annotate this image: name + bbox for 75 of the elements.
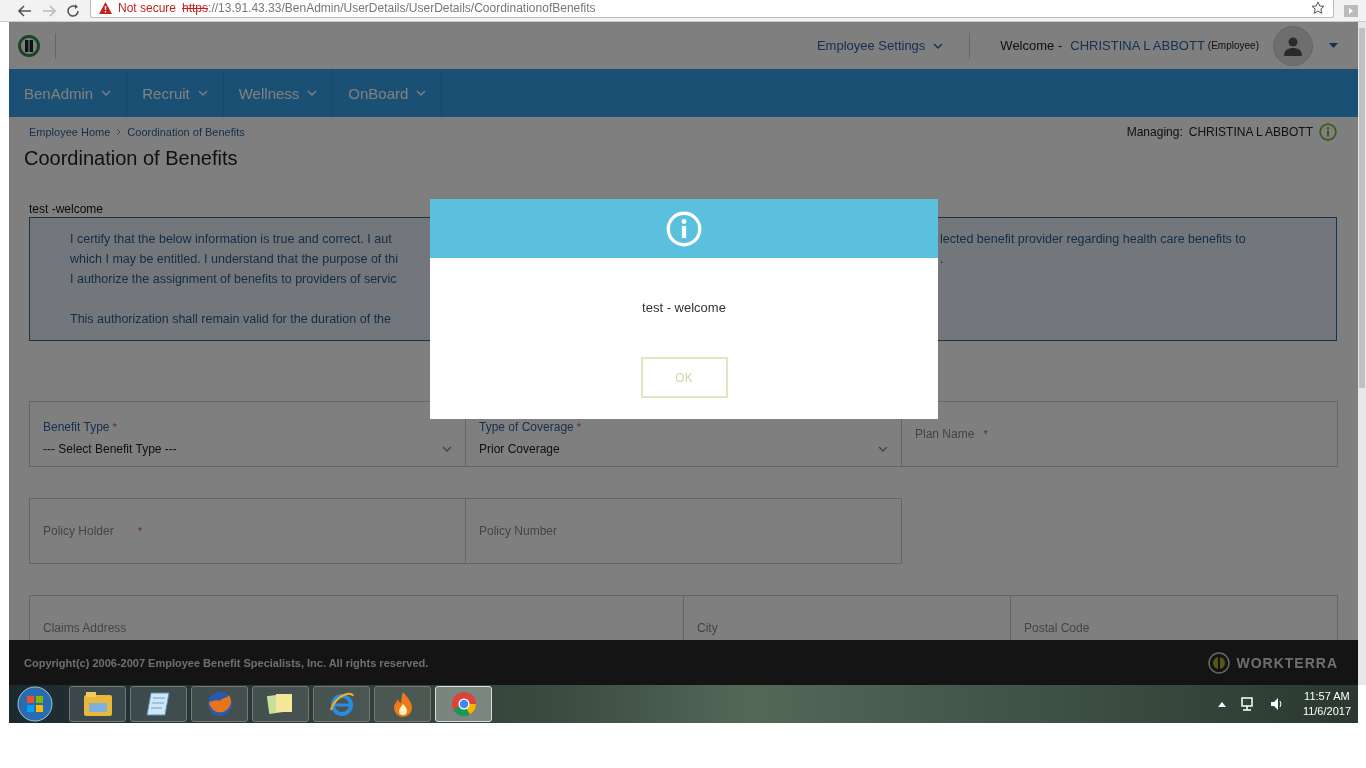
notice-text: which I may be entitled. I understand that the purpose of thi: [70, 252, 399, 266]
reload-icon[interactable]: [66, 3, 80, 18]
breadcrumb-link[interactable]: Coordination of Benefits: [127, 126, 245, 138]
required-mark: *: [983, 428, 988, 440]
page-title: Coordination of Benefits: [24, 147, 239, 170]
notice-text: This authorization shall remain valid for the duration of the: [70, 312, 392, 326]
nav-menu[interactable]: Recruit: [127, 69, 224, 117]
managing-label: Managing:: [1126, 125, 1183, 139]
brand-logo-icon: [1208, 651, 1231, 674]
notice-text: lected benefit provider regarding health care benefits to: [940, 232, 1247, 246]
brand-name: WORKTERRA: [1236, 654, 1338, 671]
settings-menu[interactable]: Employee Settings: [816, 38, 944, 53]
field-label: Benefit Type: [43, 420, 110, 434]
breadcrumb-link[interactable]: Employee Home: [29, 126, 111, 138]
person-icon: [1283, 35, 1303, 56]
address-bar[interactable]: Not secure https://13.91.43.33/BenAdmin/UserDetails/UserDetails/CoordinationofBenefits: [90, 0, 1334, 18]
info-icon: [1319, 123, 1337, 141]
welcome-label: Welcome -: [1000, 38, 1063, 53]
chevron-down-icon: [933, 42, 944, 49]
input-field[interactable]: Policy Holder: [43, 524, 135, 538]
chevron-down-icon: [197, 90, 208, 96]
chevron-down-icon: [442, 446, 452, 452]
clock-date: 11/6/2017: [1302, 704, 1351, 719]
nav-menu[interactable]: OnBoard: [333, 69, 443, 117]
dialog-message: test - welcome: [641, 300, 727, 315]
taskbar-button[interactable]: [252, 686, 309, 722]
required-mark: *: [576, 421, 581, 433]
notice-text: I certify that the below information is true and correct. I aut: [70, 232, 393, 246]
browser-icon: [327, 690, 356, 718]
notice-title: test -welcome: [29, 202, 105, 216]
nav-menu[interactable]: Wellness: [223, 69, 334, 117]
url-text: https://13.91.43.33/BenAdmin/UserDetails/UserDetails/CoordinationofBenefits: [182, 1, 596, 15]
tray-arrow-icon[interactable]: [1217, 701, 1226, 707]
input-field[interactable]: Plan Name: [915, 427, 981, 441]
back-icon[interactable]: [18, 4, 32, 17]
security-label: Not secure: [118, 1, 177, 15]
notebook-icon: [144, 690, 173, 718]
select-field[interactable]: Prior Coverage: [479, 442, 888, 456]
input-field[interactable]: Postal Code: [1024, 621, 1103, 635]
notice-text: I authorize the assignment of benefits to providers of servic: [70, 272, 398, 286]
chevron-down-icon: [878, 446, 888, 452]
managed-user-name: CHRISTINA L ABBOTT: [1188, 125, 1313, 139]
chevron-down-icon: [416, 90, 427, 96]
avatar[interactable]: [1273, 25, 1313, 66]
notice-text: .: [940, 252, 945, 266]
caret-icon[interactable]: [1329, 43, 1338, 48]
user-role: (Employee): [1207, 40, 1259, 51]
folder-icon: [82, 691, 113, 717]
input-field[interactable]: Claims Address: [43, 621, 142, 635]
select-field[interactable]: --- Select Benefit Type ---: [43, 442, 452, 456]
star-icon[interactable]: [1311, 1, 1325, 15]
input-field[interactable]: Policy Number: [479, 524, 571, 538]
nav-menu[interactable]: BenAdmin: [9, 69, 128, 117]
network-icon[interactable]: [1239, 697, 1256, 711]
chevron-down-icon: [101, 90, 112, 96]
taskbar-button[interactable]: [191, 686, 248, 722]
taskbar-button[interactable]: [374, 686, 431, 722]
warning-icon: [99, 2, 112, 14]
taskbar-button[interactable]: [130, 686, 187, 722]
taskbar-button[interactable]: [69, 686, 126, 722]
scrollbar[interactable]: [1358, 22, 1366, 685]
chevron-down-icon: [307, 90, 318, 96]
chevron-right-icon: [116, 128, 122, 136]
info-icon: [666, 210, 702, 247]
taskbar-button[interactable]: [313, 686, 370, 722]
input-field[interactable]: City: [697, 621, 730, 635]
required-mark: *: [137, 525, 143, 537]
field-label: Type of Coverage: [479, 420, 574, 434]
user-name: CHRISTINA L ABBOTT: [1070, 38, 1205, 53]
speaker-icon[interactable]: [1269, 697, 1284, 711]
copyright-text: Copyright(c) 2006-2007 Employee Benefit Specialists, Inc. All rights reserved.: [24, 656, 429, 669]
logo-icon[interactable]: [17, 33, 41, 58]
required-mark: *: [112, 421, 117, 433]
clock-time: 11:57 AM: [1304, 689, 1350, 704]
start-icon[interactable]: [17, 686, 53, 722]
